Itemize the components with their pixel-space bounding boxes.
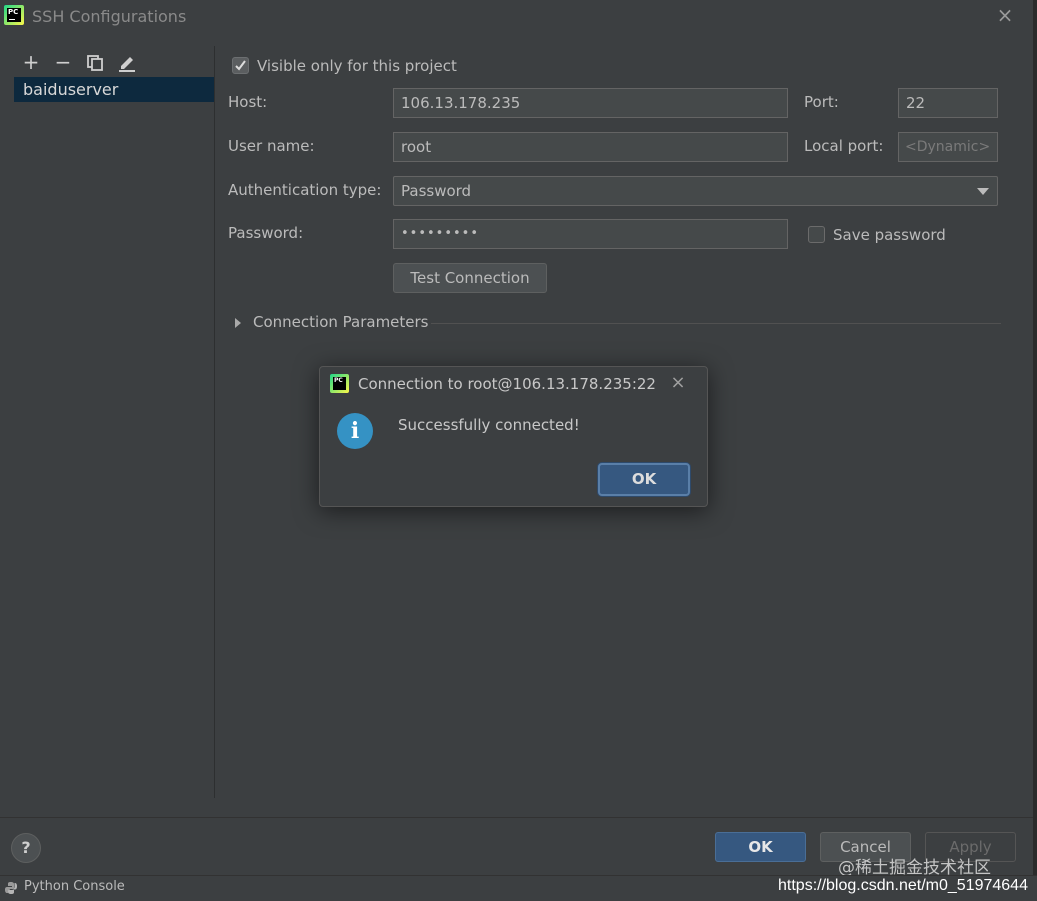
username-label: User name:: [228, 137, 315, 155]
help-button[interactable]: ?: [11, 833, 41, 863]
connection-parameters-label[interactable]: Connection Parameters: [253, 313, 429, 331]
title-bar: PC SSH Configurations ×: [0, 0, 1037, 34]
window-edge: [1033, 0, 1037, 901]
host-input[interactable]: 106.13.178.235: [393, 88, 788, 118]
edit-icon[interactable]: [116, 52, 138, 74]
auth-type-value: Password: [401, 182, 472, 200]
save-password-checkbox[interactable]: [808, 226, 825, 243]
window-title: SSH Configurations: [32, 7, 187, 26]
python-console-label[interactable]: Python Console: [24, 879, 125, 894]
password-input[interactable]: •••••••••: [393, 219, 788, 249]
close-icon[interactable]: ×: [994, 4, 1016, 26]
local-port-input[interactable]: <Dynamic>: [898, 132, 998, 162]
dropdown-arrow-icon: [977, 188, 989, 195]
auth-type-select[interactable]: Password: [393, 176, 998, 206]
expand-arrow-icon[interactable]: [235, 318, 241, 328]
section-divider: [431, 323, 1001, 324]
remove-icon[interactable]: −: [52, 52, 74, 74]
footer-divider: [0, 817, 1033, 818]
visible-only-label: Visible only for this project: [257, 57, 457, 75]
status-bar: Python Console https://blog.csdn.net/m0_…: [0, 875, 1037, 901]
dialog-title: Connection to root@106.13.178.235:22: [358, 375, 656, 393]
local-port-label: Local port:: [804, 137, 884, 155]
pycharm-logo-icon: PC: [4, 5, 24, 25]
visible-only-checkbox[interactable]: [232, 57, 249, 74]
copy-icon[interactable]: [84, 52, 106, 74]
info-icon: i: [337, 413, 373, 449]
auth-type-label: Authentication type:: [228, 181, 382, 199]
list-item[interactable]: baiduserver: [14, 77, 214, 102]
ok-button[interactable]: OK: [715, 832, 806, 862]
username-input[interactable]: root: [393, 132, 788, 162]
config-list: baiduserver: [14, 77, 214, 102]
port-label: Port:: [804, 93, 839, 111]
connection-result-dialog: PC Connection to root@106.13.178.235:22 …: [319, 366, 708, 507]
add-icon[interactable]: +: [20, 52, 42, 74]
host-label: Host:: [228, 93, 268, 111]
python-console-icon: [5, 882, 17, 894]
config-list-panel: + − baiduserver: [0, 46, 215, 798]
password-label: Password:: [228, 224, 304, 242]
close-icon[interactable]: ×: [668, 373, 688, 393]
dialog-message: Successfully connected!: [398, 416, 580, 434]
dialog-ok-button[interactable]: OK: [598, 463, 690, 496]
save-password-label: Save password: [833, 226, 946, 244]
test-connection-button[interactable]: Test Connection: [393, 263, 547, 293]
port-input[interactable]: 22: [898, 88, 998, 118]
watermark-url: https://blog.csdn.net/m0_51974644: [778, 877, 1028, 894]
pycharm-logo-icon: PC: [330, 374, 349, 393]
